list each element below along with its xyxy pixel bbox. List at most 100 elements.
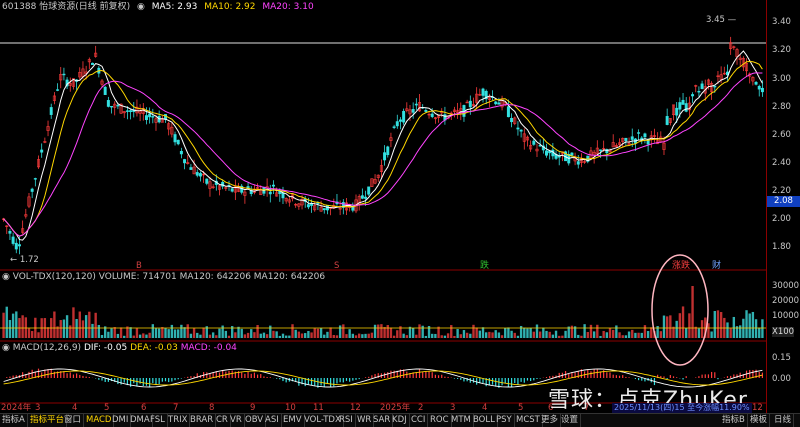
volume-bar: [329, 327, 332, 338]
volume-bar: [288, 335, 291, 338]
candle-body: [414, 103, 418, 106]
candle-body: [56, 89, 60, 91]
tab-trix[interactable]: TRIX: [166, 414, 191, 427]
candle-body: [516, 127, 520, 130]
macd-toggle-icon[interactable]: ◉: [2, 343, 13, 353]
watermark-sub-text: 2025/11/13(四)15 至今涨幅11.90%: [614, 403, 750, 412]
volume-bar: [716, 310, 720, 338]
volume-bar: [157, 328, 161, 338]
volume-bar: [196, 332, 199, 338]
candle-body: [189, 167, 193, 170]
tab-template[interactable]: 模板: [748, 414, 771, 427]
volume-bar: [177, 329, 180, 338]
volume-bar: [27, 328, 31, 338]
volume-bar: [421, 325, 424, 338]
volume-bar: [691, 286, 694, 338]
volume-bar: [208, 334, 212, 338]
vol-toggle-icon[interactable]: ◉: [2, 272, 13, 282]
tab-fsl[interactable]: FSL: [148, 414, 168, 427]
volume-bar: [446, 333, 450, 338]
annotation-circle: [651, 254, 709, 366]
candle-body: [691, 94, 695, 97]
volume-bar: [462, 330, 466, 338]
tick-2.80: 2.80: [772, 102, 791, 112]
month-label: 3: [35, 403, 41, 413]
candle-body: [630, 136, 634, 140]
candle-body: [697, 90, 701, 93]
tab-window[interactable]: 窗口: [62, 414, 85, 427]
volume-bar: [561, 335, 564, 338]
tab-roc[interactable]: ROC: [428, 414, 452, 427]
tab-daily[interactable]: 日线: [772, 414, 795, 427]
volume-bar: [494, 330, 497, 338]
candle-body: [129, 110, 133, 113]
volume-bar: [650, 327, 653, 338]
tab-more[interactable]: 更多: [539, 414, 562, 427]
volume-bar: [94, 312, 97, 338]
volume-bar: [577, 334, 580, 338]
candle-body: [519, 129, 523, 132]
volume-bar: [354, 335, 358, 338]
volume-bar: [300, 333, 304, 338]
volume-bar: [361, 334, 364, 338]
volume-bar: [284, 335, 288, 338]
month-label: 2025年: [380, 403, 411, 413]
volume-bar: [21, 315, 24, 338]
volume-bar: [453, 335, 456, 338]
candle-body: [760, 87, 764, 93]
tab-psy[interactable]: PSY: [494, 414, 515, 427]
volume-bar: [119, 327, 123, 338]
volume-bar: [688, 313, 691, 338]
volume-bar: [739, 325, 742, 338]
volume-bar: [37, 332, 40, 338]
volume-bar: [443, 335, 447, 338]
tab-rsi[interactable]: RSI: [337, 414, 356, 427]
tab-indicator-b[interactable]: 指标B: [720, 414, 748, 427]
volume-bar: [713, 310, 716, 338]
volume-bar: [583, 324, 586, 338]
macd-tick-0.15: 0.15: [772, 353, 791, 363]
candle-body: [637, 132, 641, 134]
volume-bar: [465, 332, 469, 338]
tab-brar[interactable]: BRAR: [188, 414, 217, 427]
month-label: 11: [313, 403, 324, 413]
volume-bar: [732, 316, 736, 338]
marker-zhangting: 涨跌: [672, 260, 690, 271]
tab-settings[interactable]: 设置: [559, 414, 582, 427]
volume-bar: [211, 332, 215, 338]
volume-bar: [240, 328, 243, 338]
volume-bar: [542, 327, 545, 338]
tick-3.40: 3.40: [772, 17, 791, 27]
volume-bar: [65, 315, 69, 338]
volume-bar: [685, 328, 688, 338]
marker-b: B: [136, 261, 142, 271]
candle-body: [322, 208, 326, 211]
candle-body: [198, 173, 202, 177]
candle-body: [11, 236, 15, 244]
candle-body: [106, 100, 110, 107]
candle-body: [17, 244, 21, 247]
month-label: 12: [752, 403, 763, 413]
tab-emv[interactable]: EMV: [281, 414, 305, 427]
month-label: 10: [285, 403, 296, 413]
candle-body: [532, 140, 536, 145]
tab-asi[interactable]: ASI: [263, 414, 282, 427]
volume-bar: [310, 332, 313, 338]
volume-bar: [237, 326, 240, 338]
volume-bar: [450, 325, 453, 338]
volume-bar: [475, 327, 478, 338]
macd-tick-0.00: 0.00: [772, 374, 791, 384]
macd-dif: DIF: -0.05: [83, 343, 128, 353]
volume-bar: [500, 335, 504, 338]
tab-kdj[interactable]: KDJ: [390, 414, 410, 427]
candle-body: [306, 204, 310, 208]
candle-body: [678, 102, 682, 110]
volume-bar: [2, 312, 5, 338]
volume-bar: [665, 316, 669, 338]
volume-bar: [621, 335, 624, 338]
volume-header-text: VOL-TDX(120,120) VOLUME: 714701 MA120: 6…: [12, 272, 326, 282]
tab-cci[interactable]: CCI: [409, 414, 429, 427]
volume-bar: [411, 328, 415, 338]
volume-bar: [564, 330, 567, 338]
tab-indicator-a[interactable]: 指标A: [0, 414, 28, 427]
